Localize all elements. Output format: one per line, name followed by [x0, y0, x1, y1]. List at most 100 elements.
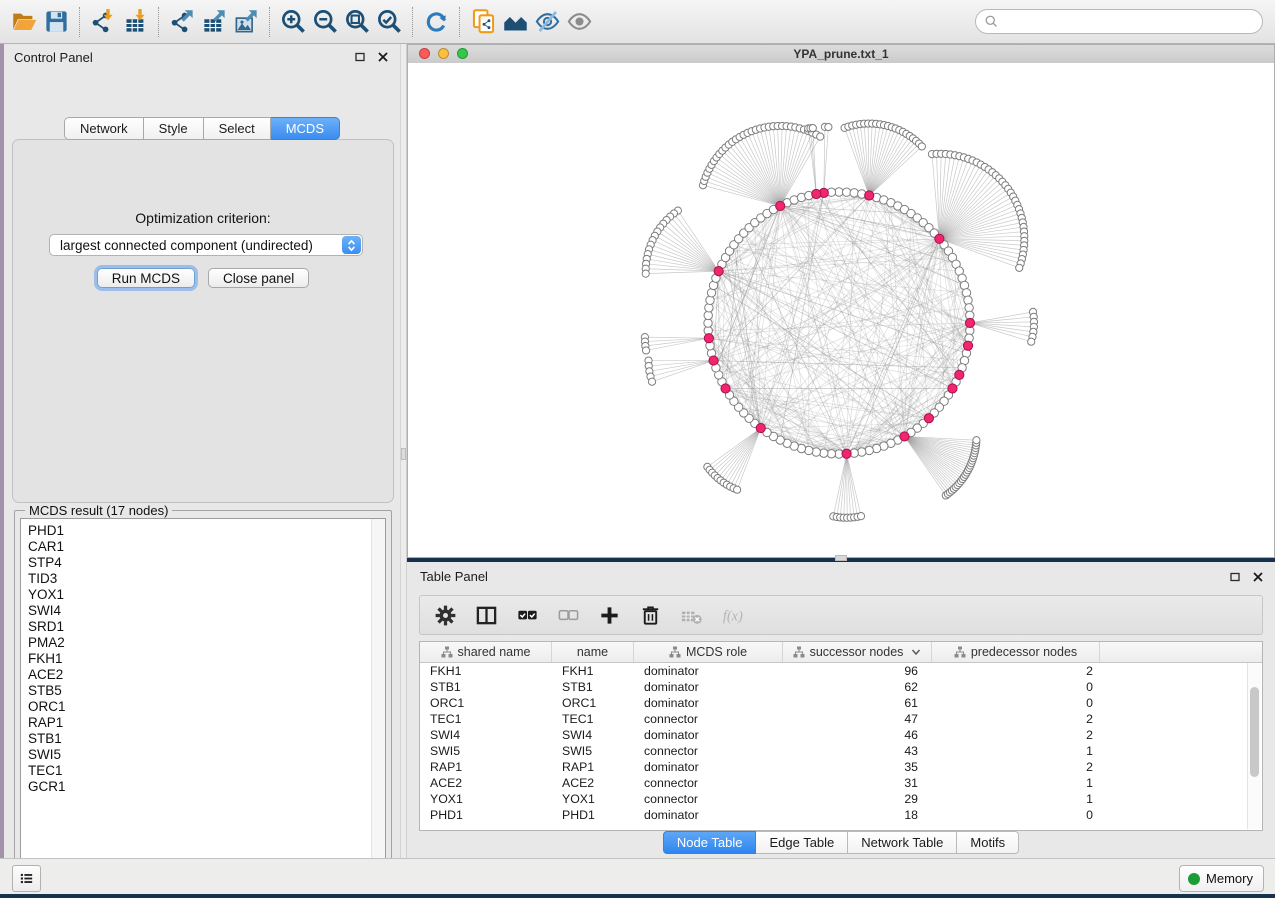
- first-neighbors-icon[interactable]: [499, 6, 531, 38]
- mcds-result-item[interactable]: ORC1: [21, 699, 385, 715]
- import-network-icon[interactable]: [87, 6, 119, 38]
- mcds-result-item[interactable]: CAR1: [21, 539, 385, 555]
- table-row[interactable]: YOX1YOX1connector291: [420, 791, 1262, 807]
- network-node[interactable]: [820, 449, 828, 457]
- mcds-network-node[interactable]: [721, 384, 730, 393]
- column-header-predecessor-nodes[interactable]: predecessor nodes: [932, 642, 1100, 662]
- delete-column-icon[interactable]: [637, 602, 663, 628]
- column-header-MCDS-role[interactable]: MCDS role: [634, 642, 783, 662]
- network-node[interactable]: [812, 448, 820, 456]
- table-row[interactable]: PHD1PHD1dominator180: [420, 807, 1262, 823]
- mcds-result-item[interactable]: RAP1: [21, 715, 385, 731]
- column-header-shared-name[interactable]: shared name: [420, 642, 552, 662]
- mcds-result-item[interactable]: TEC1: [21, 763, 385, 779]
- deselect-all-icon[interactable]: [555, 602, 581, 628]
- vertical-splitter[interactable]: [400, 44, 407, 858]
- float-window-icon[interactable]: [352, 49, 367, 64]
- network-node[interactable]: [734, 486, 741, 493]
- mcds-result-item[interactable]: YOX1: [21, 587, 385, 603]
- zoom-fit-icon[interactable]: [341, 6, 373, 38]
- network-node[interactable]: [973, 437, 980, 444]
- mcds-result-item[interactable]: SWI5: [21, 747, 385, 763]
- refresh-icon[interactable]: [420, 6, 452, 38]
- zoom-selected-icon[interactable]: [373, 6, 405, 38]
- splitter-handle[interactable]: [401, 448, 406, 460]
- mcds-network-node[interactable]: [955, 370, 964, 379]
- network-node[interactable]: [825, 123, 832, 130]
- mcds-result-item[interactable]: TID3: [21, 571, 385, 587]
- network-node[interactable]: [809, 124, 816, 131]
- tab-mcds[interactable]: MCDS: [271, 117, 340, 140]
- table-row[interactable]: FKH1FKH1dominator962: [420, 663, 1262, 679]
- mcds-result-item[interactable]: GCR1: [21, 779, 385, 795]
- mcds-network-node[interactable]: [965, 318, 974, 327]
- gear-icon[interactable]: [432, 602, 458, 628]
- table-row[interactable]: ACE2ACE2connector311: [420, 775, 1262, 791]
- network-node[interactable]: [648, 378, 655, 385]
- criterion-dropdown[interactable]: largest connected component (undirected): [49, 234, 363, 256]
- open-folder-icon[interactable]: [8, 6, 40, 38]
- table-scrollbar[interactable]: [1247, 663, 1261, 829]
- tab-network-table[interactable]: Network Table: [848, 831, 957, 854]
- memory-button[interactable]: Memory: [1179, 865, 1264, 892]
- mcds-network-node[interactable]: [709, 356, 718, 365]
- float-table-panel-icon[interactable]: [1227, 569, 1242, 584]
- select-all-icon[interactable]: [514, 602, 540, 628]
- mcds-network-node[interactable]: [704, 334, 713, 343]
- network-node[interactable]: [964, 296, 972, 304]
- run-mcds-button[interactable]: Run MCDS: [97, 268, 195, 288]
- search-input[interactable]: [999, 13, 1262, 30]
- network-node[interactable]: [642, 270, 649, 277]
- mcds-network-node[interactable]: [935, 234, 944, 243]
- mcds-network-node[interactable]: [865, 191, 874, 200]
- export-image-icon[interactable]: [230, 6, 262, 38]
- column-header-successor-nodes[interactable]: successor nodes: [783, 642, 932, 662]
- mcds-result-item[interactable]: STB1: [21, 731, 385, 747]
- close-panel-icon[interactable]: [375, 49, 390, 64]
- table-row[interactable]: TEC1TEC1connector472: [420, 711, 1262, 727]
- mcds-result-list[interactable]: PHD1CAR1STP4TID3YOX1SWI4SRD1PMA2FKH1ACE2…: [20, 518, 386, 878]
- export-network-icon[interactable]: [166, 6, 198, 38]
- network-node[interactable]: [962, 289, 970, 297]
- mcds-result-item[interactable]: FKH1: [21, 651, 385, 667]
- mcds-network-node[interactable]: [714, 267, 723, 276]
- network-node[interactable]: [865, 446, 873, 454]
- table-row[interactable]: RAP1RAP1dominator352: [420, 759, 1262, 775]
- mcds-network-node[interactable]: [924, 414, 933, 423]
- table-row[interactable]: SWI4SWI4dominator462: [420, 727, 1262, 743]
- tab-select[interactable]: Select: [204, 117, 271, 140]
- network-node[interactable]: [1016, 264, 1023, 271]
- network-canvas[interactable]: [408, 63, 1274, 557]
- mcds-result-item[interactable]: SWI4: [21, 603, 385, 619]
- table-row[interactable]: SWI5SWI5connector431: [420, 743, 1262, 759]
- mcds-network-node[interactable]: [963, 341, 972, 350]
- task-history-button[interactable]: [12, 865, 41, 892]
- mcds-list-scrollbar[interactable]: [371, 519, 385, 877]
- table-row[interactable]: STB1STB1dominator620: [420, 679, 1262, 695]
- zoom-in-icon[interactable]: [277, 6, 309, 38]
- mcds-result-item[interactable]: STB5: [21, 683, 385, 699]
- tab-motifs[interactable]: Motifs: [957, 831, 1019, 854]
- network-node[interactable]: [918, 143, 925, 150]
- network-node[interactable]: [642, 347, 649, 354]
- network-node[interactable]: [858, 448, 866, 456]
- table-row[interactable]: ORC1ORC1dominator610: [420, 695, 1262, 711]
- mcds-network-node[interactable]: [756, 423, 765, 432]
- hide-selected-icon[interactable]: [531, 6, 563, 38]
- split-columns-icon[interactable]: [473, 602, 499, 628]
- mcds-result-item[interactable]: ACE2: [21, 667, 385, 683]
- zoom-out-icon[interactable]: [309, 6, 341, 38]
- mcds-network-node[interactable]: [812, 189, 821, 198]
- network-node[interactable]: [817, 133, 824, 140]
- horizontal-splitter-handle[interactable]: [835, 555, 847, 561]
- node-table[interactable]: shared namenameMCDS rolesuccessor nodesp…: [419, 641, 1263, 831]
- add-column-icon[interactable]: [596, 602, 622, 628]
- show-all-icon[interactable]: [563, 6, 595, 38]
- export-table-icon[interactable]: [198, 6, 230, 38]
- import-table-icon[interactable]: [119, 6, 151, 38]
- mcds-result-item[interactable]: STP4: [21, 555, 385, 571]
- mcds-network-node[interactable]: [776, 201, 785, 210]
- network-node[interactable]: [850, 189, 858, 197]
- tab-style[interactable]: Style: [144, 117, 204, 140]
- network-node[interactable]: [705, 304, 713, 312]
